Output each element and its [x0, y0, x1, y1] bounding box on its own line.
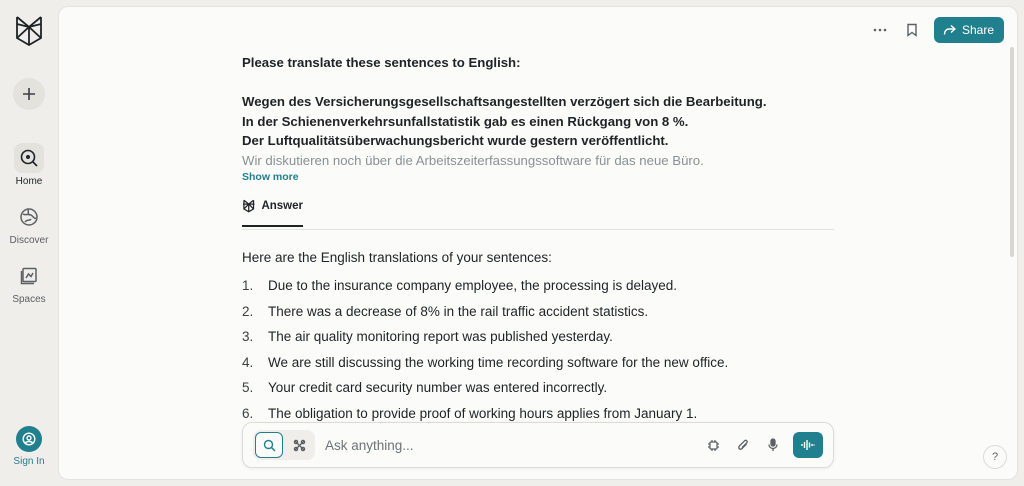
search-mode-button[interactable]: [255, 432, 283, 458]
share-label: Share: [961, 23, 994, 37]
list-text: Due to the insurance company employee, t…: [268, 278, 677, 293]
more-options-button[interactable]: [868, 18, 892, 42]
list-text: There was a decrease of 8% in the rail t…: [268, 303, 649, 319]
user-query: Please translate these sentences to Engl…: [242, 53, 834, 171]
paperclip-icon: [738, 439, 748, 450]
list-item: 5. Your credit card security number was e…: [242, 375, 728, 401]
perplexity-logo-icon: [242, 199, 255, 213]
user-icon: [16, 426, 42, 452]
thread-actions: Share: [868, 17, 1004, 43]
sidebar-item-home[interactable]: Home: [0, 143, 58, 187]
sign-in-label: Sign In: [13, 456, 45, 467]
list-item: 1. Due to the insurance company employee,…: [242, 273, 728, 299]
model-selector-button[interactable]: [701, 433, 725, 457]
list-item: 3. The air quality monitoring report was …: [242, 324, 728, 350]
bookmark-button[interactable]: [900, 18, 924, 42]
ask-bar: [242, 422, 834, 468]
divider: [242, 229, 834, 230]
list-text: The air quality monitoring report was pu…: [268, 329, 613, 345]
sidebar-item-label: Spaces: [12, 294, 46, 305]
list-number: 1.: [242, 278, 254, 293]
research-mode-button[interactable]: [285, 432, 313, 458]
plus-icon: [23, 88, 35, 100]
waveform-icon: [801, 440, 815, 450]
sidebar-item-label: Home: [15, 176, 43, 187]
answer-intro: Here are the English translations of you…: [242, 250, 552, 265]
list-number: 3.: [242, 329, 254, 345]
answer-list: 1. Due to the insurance company employee,…: [242, 273, 728, 427]
help-button[interactable]: ?: [983, 445, 1007, 469]
tab-answer[interactable]: Answer: [242, 199, 303, 227]
list-number: 2.: [242, 303, 254, 319]
spaces-icon: [14, 261, 44, 291]
scrollbar[interactable]: [1010, 47, 1014, 257]
sign-in-button[interactable]: Sign In: [0, 426, 58, 467]
query-line-blank: [242, 73, 834, 93]
bookmark-icon: [907, 23, 917, 37]
dictation-button[interactable]: [761, 433, 785, 457]
sidebar-item-spaces[interactable]: Spaces: [0, 261, 58, 305]
share-icon: [943, 24, 956, 35]
query-line: Der Luftqualitätsüberwachungsbericht wur…: [242, 133, 669, 149]
sidebar-item-label: Discover: [9, 235, 49, 246]
globe-icon: [14, 202, 44, 232]
list-item: 4. We are still discussing the working ti…: [242, 350, 728, 376]
ask-input[interactable]: [325, 437, 701, 453]
perplexity-logo-icon[interactable]: [14, 14, 44, 48]
chip-icon: [707, 439, 719, 451]
query-line: Please translate these sentences to Engl…: [242, 55, 521, 70]
ellipsis-icon: [873, 28, 887, 32]
list-text: Your credit card security number was ent…: [268, 380, 608, 396]
list-text: We are still discussing the working time…: [268, 354, 729, 370]
tab-label: Answer: [261, 200, 303, 212]
query-line: Wegen des Versicherungsgesellschaftsange…: [242, 94, 767, 110]
query-line: In der Schienenverkehrsunfallstatistik g…: [242, 113, 689, 129]
microphone-icon: [768, 438, 778, 451]
research-icon: [293, 439, 305, 451]
list-number: 4.: [242, 354, 254, 370]
sidebar: Home Discover Spaces Sign In: [0, 0, 58, 486]
query-line-faded: Wir diskutieren noch über die Arbeitszei…: [242, 152, 704, 168]
list-number: 5.: [242, 380, 254, 396]
search-icon: [14, 143, 44, 173]
attach-button[interactable]: [731, 433, 755, 457]
voice-mode-button[interactable]: [793, 432, 823, 458]
share-button[interactable]: Share: [933, 17, 1004, 43]
ask-tools: [701, 433, 785, 457]
mode-toggle: [253, 430, 315, 460]
new-thread-button[interactable]: [13, 78, 45, 110]
show-more-link[interactable]: Show more: [242, 171, 299, 183]
main-panel: Share Please translate these sentences t…: [58, 6, 1018, 480]
sidebar-item-discover[interactable]: Discover: [0, 202, 58, 246]
search-icon: [263, 439, 275, 451]
list-item: 2. There was a decrease of 8% in the rail…: [242, 299, 728, 325]
